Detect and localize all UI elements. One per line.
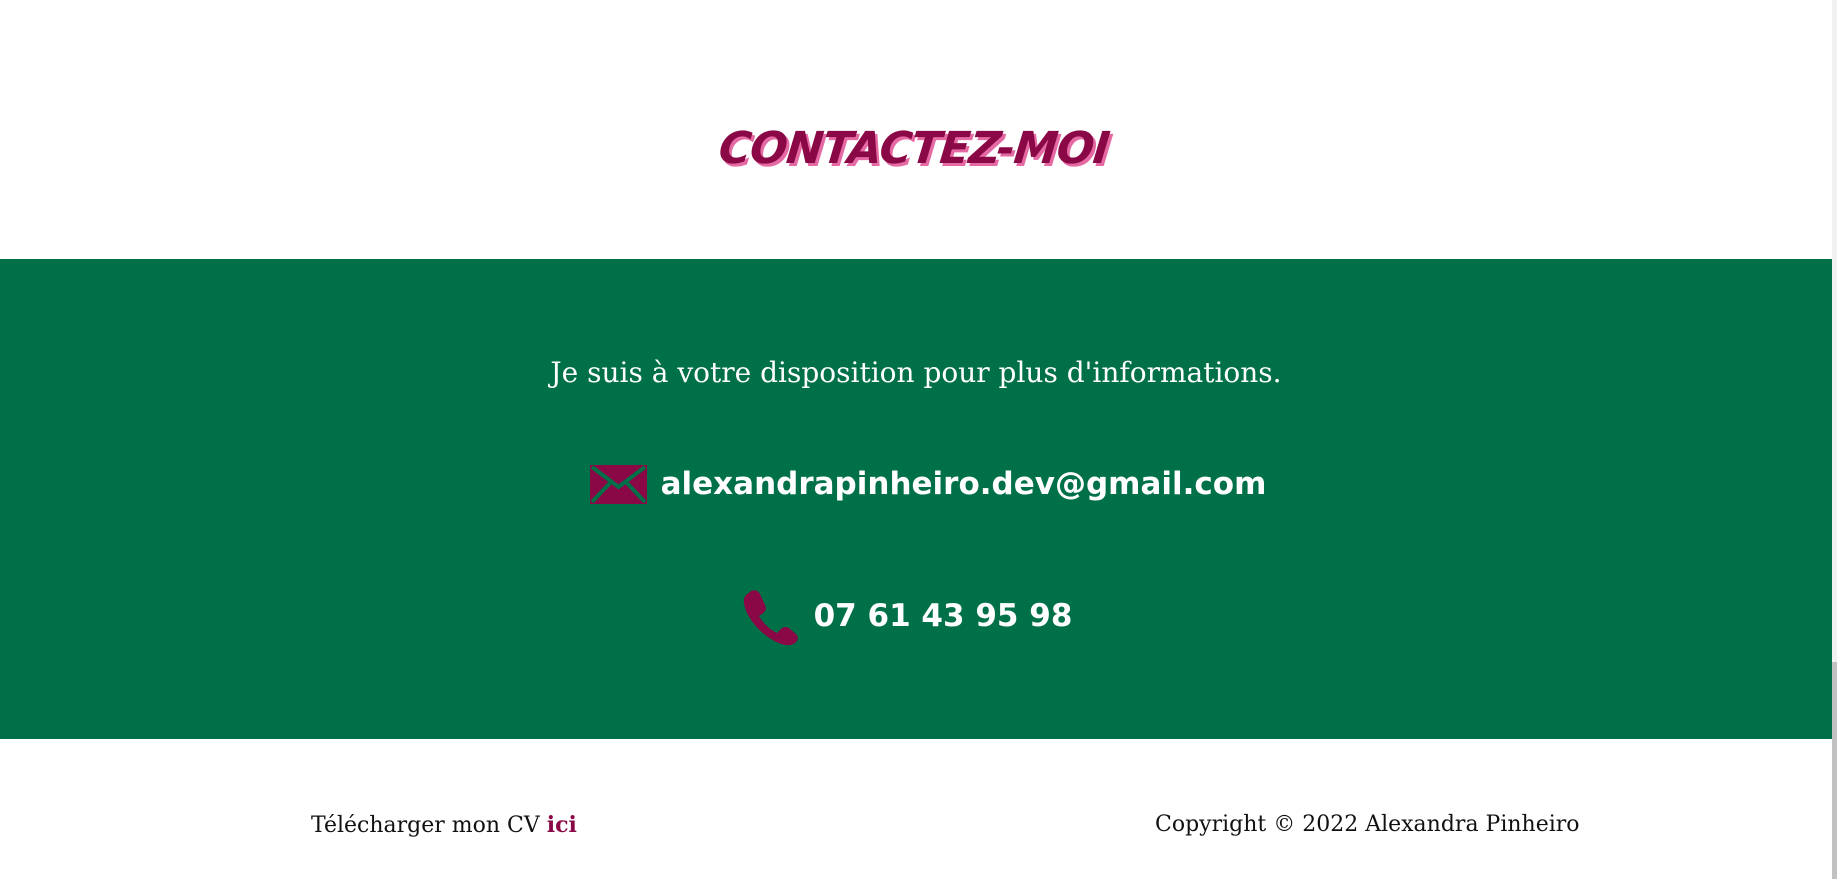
- cv-download-label: Télécharger mon CV: [311, 813, 540, 838]
- copyright-text: Copyright © 2022 Alexandra Pinheiro: [1155, 812, 1580, 837]
- phone-group: 07 61 43 95 98: [740, 586, 1073, 646]
- phone-link[interactable]: 07 61 43 95 98: [814, 596, 1073, 636]
- contact-heading-section: CONTACTEZ-MOI: [0, 0, 1832, 259]
- phone-row: 07 61 43 95 98: [0, 586, 1832, 646]
- page: CONTACTEZ-MOI Je suis à votre dispositio…: [0, 0, 1837, 879]
- phone-icon: [743, 590, 798, 646]
- cv-download-link[interactable]: ici: [547, 812, 577, 838]
- footer: Télécharger mon CV ici Copyright © 2022 …: [0, 739, 1832, 879]
- email-link[interactable]: alexandrapinheiro.dev@gmail.com: [661, 464, 1267, 504]
- contact-intro-text: Je suis à votre disposition pour plus d'…: [550, 356, 1282, 389]
- page-title: CONTACTEZ-MOI: [716, 123, 1112, 174]
- page-scrollbar[interactable]: [1832, 0, 1837, 879]
- email-group: alexandrapinheiro.dev@gmail.com: [589, 464, 1267, 504]
- email-row: alexandrapinheiro.dev@gmail.com: [0, 464, 1832, 504]
- cv-download-text: Télécharger mon CV ici: [311, 812, 577, 838]
- envelope-icon: [589, 464, 647, 504]
- scrollbar-thumb[interactable]: [1832, 662, 1837, 879]
- page-content: CONTACTEZ-MOI Je suis à votre dispositio…: [0, 0, 1832, 879]
